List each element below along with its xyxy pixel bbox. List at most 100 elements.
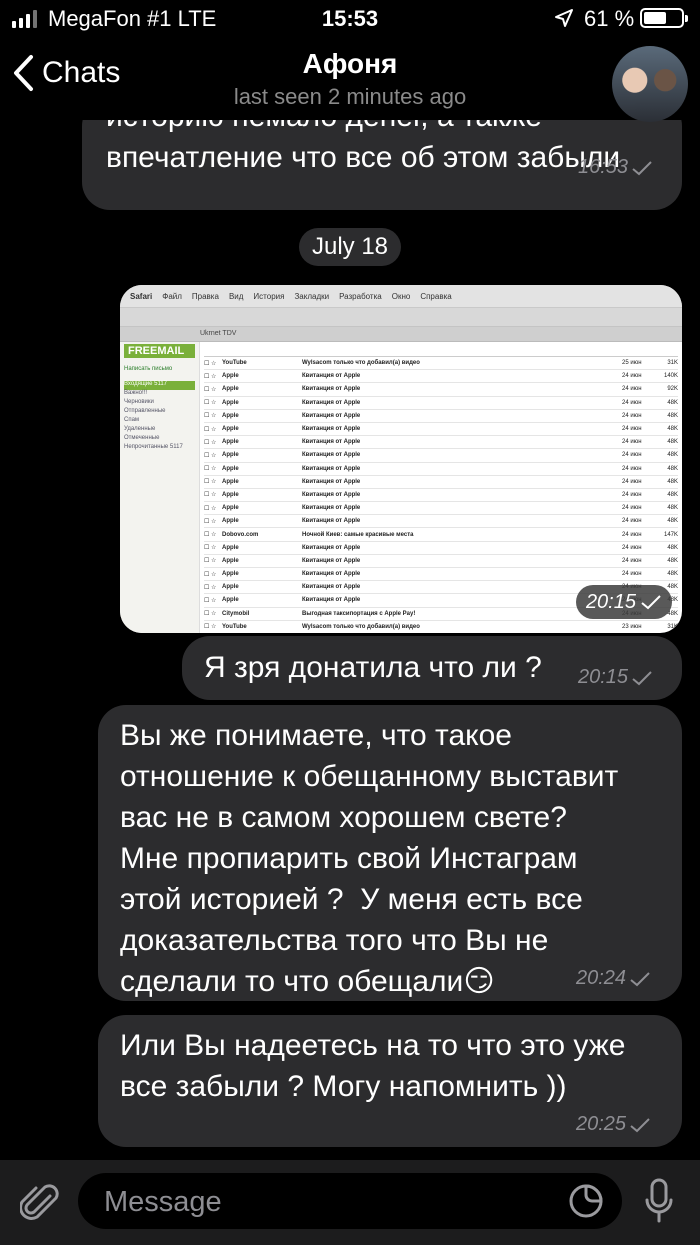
message-text: Вы же понимаете, что такое отношение к о…	[120, 719, 619, 998]
screenshot-row-subject: Квитанция от Apple	[302, 584, 361, 591]
screenshot-mail-row: ☐ ☆ Apple Квитанция от Apple 24 июн 48K	[204, 423, 678, 437]
screenshot-mail-row: ☐ ☆ Apple Квитанция от Apple 24 июн 48K	[204, 502, 678, 516]
screenshot-mail-row: ☐ ☆ YouTube Wylsacom только что добавил(а)…	[204, 357, 678, 371]
screenshot-row-date: 24 июн	[622, 452, 642, 459]
screenshot-row-from: Apple	[222, 571, 239, 578]
screenshot-row-checkbox: ☐ ☆	[204, 413, 217, 420]
screenshot-row-size: 48K	[667, 399, 678, 406]
message-time: 16:53	[578, 156, 653, 179]
screenshot-row-subject: Wylsacom только что добавил(а) видео	[302, 623, 420, 630]
screenshot-mail-row: ☐ ☆ Apple Квитанция от Apple 24 июн 92K	[204, 383, 678, 397]
screenshot-folder: Непрочитанные 5117	[124, 444, 183, 450]
battery-icon	[640, 8, 688, 28]
screenshot-row-date: 23 июн	[622, 623, 642, 630]
message-text: Я зря донатила что ли ?	[204, 651, 542, 684]
microphone-icon[interactable]	[644, 1178, 674, 1224]
screenshot-row-checkbox: ☐ ☆	[204, 466, 217, 473]
message-bubble[interactable]: Или Вы надеетесь на то что это уже все з…	[98, 1015, 682, 1147]
screenshot-row-subject: Квитанция от Apple	[302, 452, 361, 459]
screenshot-mail-row: ☐ ☆ Apple Квитанция от Apple 24 июн 48K	[204, 436, 678, 450]
screenshot-row-checkbox: ☐ ☆	[204, 386, 217, 393]
screenshot-row-date: 24 июн	[622, 426, 642, 433]
screenshot-row-checkbox: ☐ ☆	[204, 584, 217, 591]
screenshot-row-from: Apple	[222, 518, 239, 525]
message-text: Или Вы надеетесь на то что это уже все з…	[120, 1029, 626, 1103]
screenshot-row-date: 24 июн	[622, 412, 642, 419]
screenshot-row-checkbox: ☐ ☆	[204, 611, 217, 618]
screenshot-menu-item: Разработка	[339, 291, 382, 301]
screenshot-row-date: 24 июн	[622, 439, 642, 446]
screenshot-row-size: 92K	[667, 386, 678, 393]
screenshot-menu-item: Закладки	[294, 291, 330, 301]
screenshot-row-subject: Ночной Киев: самые красивые места	[302, 531, 414, 538]
screenshot-row-checkbox: ☐ ☆	[204, 360, 217, 367]
screenshot-row-from: Apple	[222, 544, 239, 551]
screenshot-row-subject: Квитанция от Apple	[302, 386, 361, 393]
screenshot-row-date: 24 июн	[622, 518, 642, 525]
message-bubble[interactable]: Вы же понимаете, что такое отношение к о…	[98, 705, 682, 1001]
screenshot-row-subject: Квитанция от Apple	[302, 426, 361, 433]
screenshot-row-from: Apple	[222, 373, 239, 380]
screenshot-row-checkbox: ☐ ☆	[204, 426, 217, 433]
screenshot-menu-item: Safari	[130, 291, 153, 301]
location-arrow-icon	[555, 9, 573, 27]
screenshot-row-size: 48K	[667, 465, 678, 472]
chat-title[interactable]: Афоня	[0, 48, 700, 80]
screenshot-row-subject: Квитанция от Apple	[302, 465, 361, 472]
screenshot-row-checkbox: ☐ ☆	[204, 558, 217, 565]
screenshot-row-size: 48K	[667, 478, 678, 485]
chat-header: Chats Афоня last seen 2 minutes ago	[0, 40, 700, 122]
message-time: 20:15	[575, 585, 672, 619]
screenshot-folder: Входящие 5117	[124, 381, 195, 390]
screenshot-row-size: 147K	[663, 531, 678, 538]
screenshot-row-size: 48K	[667, 544, 678, 551]
screenshot-toolbar	[120, 308, 682, 327]
screenshot-row-from: Apple	[222, 386, 239, 393]
image-message[interactable]: Safari Файл Правка Вид История Закладки Разраб…	[120, 285, 682, 633]
screenshot-row-size: 48K	[667, 426, 678, 433]
screenshot-row-from: Apple	[222, 557, 239, 564]
screenshot-folder: Важно!!!	[124, 390, 148, 396]
screenshot-row-subject: Квитанция от Apple	[302, 571, 361, 578]
message-bubble[interactable]: историю немало денег, а также впечатлени…	[82, 120, 682, 210]
screenshot-row-subject: Квитанция от Apple	[302, 597, 361, 604]
screenshot-row-size: 48K	[667, 518, 678, 525]
screenshot-logo: FREEMAIL	[124, 344, 195, 358]
screenshot-row-from: YouTube	[222, 623, 247, 630]
message-field[interactable]	[78, 1173, 622, 1229]
sticker-icon[interactable]	[568, 1183, 604, 1219]
screenshot-mail-row: ☐ ☆ Apple Квитанция от Apple 24 июн 48K	[204, 449, 678, 463]
screenshot-row-checkbox: ☐ ☆	[204, 532, 217, 539]
screenshot-row-size: 48K	[667, 491, 678, 498]
screenshot-row-date: 24 июн	[622, 478, 642, 485]
paperclip-icon[interactable]	[20, 1182, 60, 1224]
screenshot-mail-row: ☐ ☆ Dobovo.com Ночной Киев: самые красивые…	[204, 528, 678, 542]
screenshot-row-subject: Квитанция от Apple	[302, 505, 361, 512]
date-separator: July 18	[299, 228, 401, 266]
message-text: историю немало денег, а также впечатлени…	[106, 120, 621, 174]
screenshot-folder: Удаленные	[124, 426, 156, 432]
screenshot-row-size: 48K	[667, 439, 678, 446]
checkmark-icon	[641, 595, 661, 610]
screenshot-row-subject: Квитанция от Apple	[302, 399, 361, 406]
screenshot-row-date: 24 июн	[622, 557, 642, 564]
screenshot-row-checkbox: ☐ ☆	[204, 452, 217, 459]
message-bubble[interactable]: Я зря донатила что ли ? 20:15	[182, 636, 682, 700]
screenshot-row-size: 48K	[667, 557, 678, 564]
screenshot-folder: Черновики	[124, 399, 154, 405]
battery-percent: 61 %	[584, 6, 635, 31]
checkmark-icon	[630, 1117, 650, 1132]
message-time: 20:25	[576, 1113, 651, 1136]
avatar[interactable]	[612, 46, 688, 122]
message-input[interactable]	[102, 1181, 546, 1223]
screenshot-row-checkbox: ☐ ☆	[204, 624, 217, 631]
checkmark-icon	[632, 670, 652, 685]
screenshot-menu-item: Файл	[162, 291, 182, 301]
status-bar: MegaFon #1 LTE 15:53 61 %	[0, 0, 700, 40]
screenshot-row-size: 48K	[667, 505, 678, 512]
message-list[interactable]: историю немало денег, а также впечатлени…	[0, 120, 700, 1160]
screenshot-row-date: 24 июн	[622, 571, 642, 578]
screenshot-row-date: 24 июн	[622, 505, 642, 512]
screenshot-menu-item: История	[253, 291, 285, 301]
screenshot-folder: Отмеченные	[124, 435, 160, 441]
